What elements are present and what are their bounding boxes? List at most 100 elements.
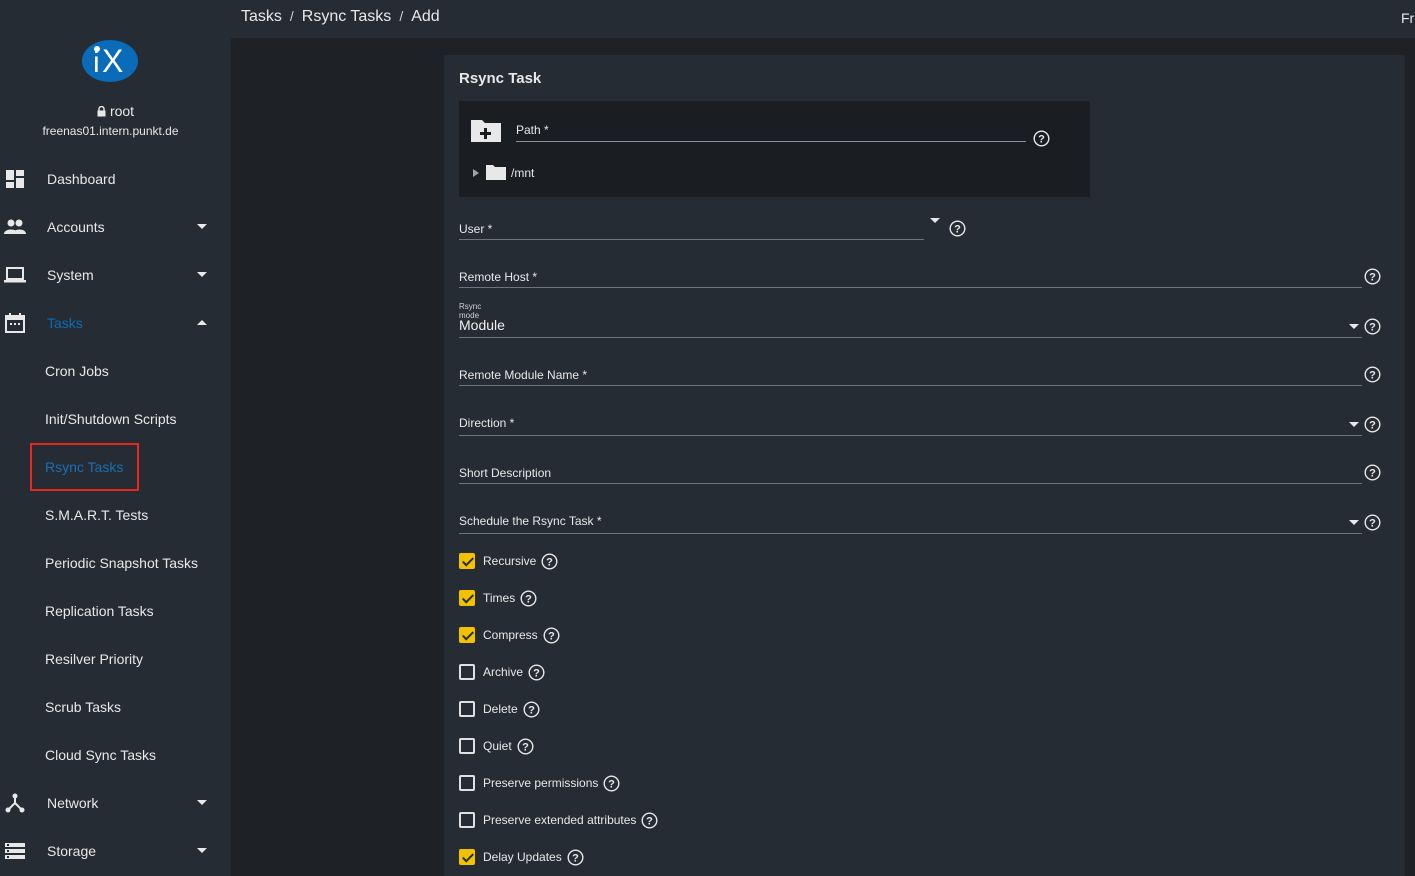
help-icon[interactable]: ? xyxy=(1364,268,1381,285)
nav-accounts[interactable]: Accounts xyxy=(0,203,231,251)
checkbox-label: Preserve extended attributes xyxy=(483,813,637,827)
chevron-down-icon xyxy=(197,272,207,277)
nav-system[interactable]: System xyxy=(0,251,231,299)
checkbox-label: Quiet xyxy=(483,739,512,753)
breadcrumb-tasks[interactable]: Tasks xyxy=(241,8,282,25)
nav-storage[interactable]: Storage xyxy=(0,827,231,875)
sub-label: Init/Shutdown Scripts xyxy=(45,411,177,427)
sidebar-item-scrub-tasks[interactable]: Scrub Tasks xyxy=(0,683,231,731)
sidebar-item-resilver-priority[interactable]: Resilver Priority xyxy=(0,635,231,683)
sub-label: Cloud Sync Tasks xyxy=(45,747,157,763)
svg-text:?: ? xyxy=(548,630,555,642)
help-icon[interactable]: ? xyxy=(1364,318,1381,335)
checkbox-box[interactable] xyxy=(459,627,475,643)
sub-label: Periodic Snapshot Tasks xyxy=(45,555,199,571)
sidebar-item-cloud-sync-tasks[interactable]: Cloud Sync Tasks xyxy=(0,731,231,779)
help-icon[interactable]: ? xyxy=(1364,416,1381,433)
checkbox-box[interactable] xyxy=(459,590,475,606)
direction-underline xyxy=(459,435,1362,436)
topbar: Tasks / Rsync Tasks / Add Fr xyxy=(231,0,1415,38)
sidebar-item-periodic-snapshot-tasks[interactable]: Periodic Snapshot Tasks xyxy=(0,539,231,587)
chevron-down-icon xyxy=(197,848,207,853)
checkbox-box[interactable] xyxy=(459,775,475,791)
checkbox-box[interactable] xyxy=(459,812,475,828)
remote-host-underline xyxy=(459,287,1362,288)
checkbox-label: Delete xyxy=(483,702,518,716)
topbar-right-text: Fr xyxy=(1401,10,1415,26)
help-icon[interactable]: ? xyxy=(1364,514,1381,531)
checkbox-quiet[interactable]: Quiet ? xyxy=(459,737,534,755)
folder-icon xyxy=(486,165,506,180)
checkbox-label: Delay Updates xyxy=(483,850,562,864)
checkbox-preserve-extended-attributes[interactable]: Preserve extended attributes ? xyxy=(459,811,658,829)
checkbox-box[interactable] xyxy=(459,701,475,717)
help-icon[interactable]: ? xyxy=(528,663,545,681)
nav-tasks-label: Tasks xyxy=(47,315,83,331)
svg-text:?: ? xyxy=(1369,420,1376,432)
svg-text:?: ? xyxy=(1038,134,1045,146)
checkbox-box[interactable] xyxy=(459,849,475,865)
svg-text:?: ? xyxy=(954,224,961,236)
schedule-label: Schedule the Rsync Task * xyxy=(459,514,602,528)
checkbox-label: Times xyxy=(483,591,516,605)
help-icon[interactable]: ? xyxy=(520,589,537,607)
sidebar-item-init-shutdown-scripts[interactable]: Init/Shutdown Scripts xyxy=(0,395,231,443)
checkbox-box[interactable] xyxy=(459,664,475,680)
svg-text:?: ? xyxy=(525,593,532,605)
breadcrumb-add: Add xyxy=(411,8,440,25)
sidebar-item-replication-tasks[interactable]: Replication Tasks xyxy=(0,587,231,635)
help-icon[interactable]: ? xyxy=(567,848,584,866)
path-label: Path * xyxy=(516,123,549,137)
help-icon[interactable]: ? xyxy=(1364,366,1381,383)
help-icon[interactable]: ? xyxy=(641,811,658,829)
chevron-up-icon xyxy=(197,320,207,325)
checkbox-delay-updates[interactable]: Delay Updates ? xyxy=(459,848,584,866)
sub-label: Scrub Tasks xyxy=(45,699,121,715)
nav-tasks[interactable]: Tasks xyxy=(0,299,231,347)
ix-logo[interactable]: i X xyxy=(80,38,140,84)
direction-label: Direction * xyxy=(459,416,515,430)
highlight-box xyxy=(30,443,139,491)
help-icon[interactable]: ? xyxy=(543,626,560,644)
sidebar-item-smart-tests[interactable]: S.M.A.R.T. Tests xyxy=(0,491,231,539)
help-icon[interactable]: ? xyxy=(1364,464,1381,481)
chevron-down-icon[interactable] xyxy=(930,218,940,223)
help-icon[interactable]: ? xyxy=(603,774,620,792)
help-icon[interactable]: ? xyxy=(1033,130,1050,147)
chevron-down-icon[interactable] xyxy=(1349,520,1359,525)
dashboard-icon xyxy=(6,170,24,188)
nav-dashboard[interactable]: Dashboard xyxy=(0,155,231,203)
checkbox-preserve-permissions[interactable]: Preserve permissions ? xyxy=(459,774,620,792)
create-folder-icon[interactable] xyxy=(470,117,502,143)
help-icon[interactable]: ? xyxy=(949,220,966,237)
sidebar: i X root freenas01.intern.punkt.de Dashb… xyxy=(0,0,231,876)
chevron-down-icon[interactable] xyxy=(1349,324,1359,329)
tree-expand-icon[interactable] xyxy=(473,169,479,177)
remote-module-underline xyxy=(459,385,1362,386)
help-icon[interactable]: ? xyxy=(523,700,540,718)
tree-node-mnt[interactable]: /mnt xyxy=(511,166,534,180)
path-explorer: Path * ? /mnt xyxy=(459,101,1090,197)
checkbox-delete[interactable]: Delete ? xyxy=(459,700,540,718)
checkbox-archive[interactable]: Archive ? xyxy=(459,663,545,681)
rsync-task-form: Rsync Task Path * ? /mnt User * ? Remote… xyxy=(444,55,1405,876)
rsync-mode-value: Module xyxy=(459,317,505,333)
svg-text:?: ? xyxy=(546,556,553,568)
breadcrumb-rsync-tasks[interactable]: Rsync Tasks xyxy=(302,8,392,25)
storage-icon xyxy=(5,843,25,859)
checkbox-label: Archive xyxy=(483,665,524,679)
checkbox-compress[interactable]: Compress ? xyxy=(459,626,560,644)
chevron-down-icon[interactable] xyxy=(1349,422,1359,427)
sidebar-item-cron-jobs[interactable]: Cron Jobs xyxy=(0,347,231,395)
path-input[interactable] xyxy=(516,141,1026,142)
help-icon[interactable]: ? xyxy=(541,552,558,570)
schedule-underline xyxy=(459,533,1362,534)
checkbox-times[interactable]: Times ? xyxy=(459,589,537,607)
help-icon[interactable]: ? xyxy=(517,737,534,755)
svg-text:?: ? xyxy=(1369,322,1376,334)
user-line: root xyxy=(0,103,231,119)
checkbox-box[interactable] xyxy=(459,553,475,569)
nav-network[interactable]: Network xyxy=(0,779,231,827)
checkbox-recursive[interactable]: Recursive ? xyxy=(459,552,558,570)
checkbox-box[interactable] xyxy=(459,738,475,754)
